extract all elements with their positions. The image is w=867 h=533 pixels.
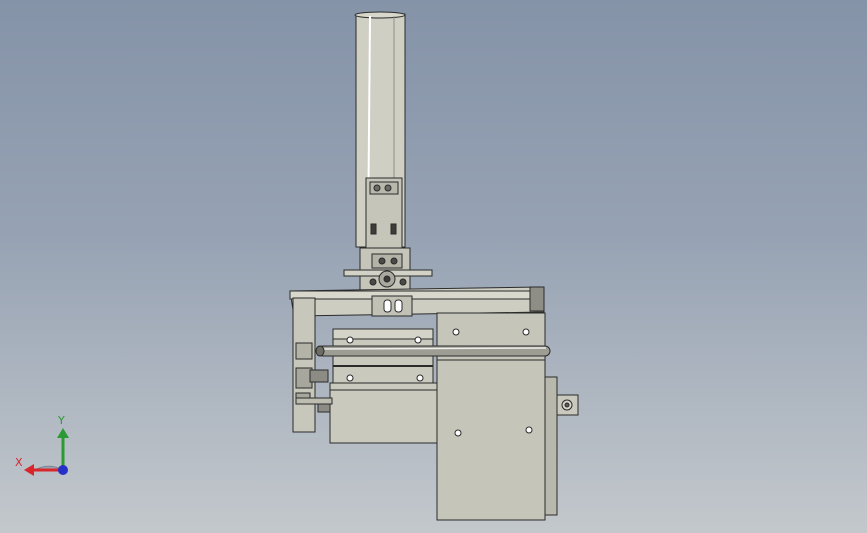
triad-x-axis-label: X — [15, 456, 23, 469]
motor-plate[interactable] — [436, 312, 546, 521]
triad-y-axis-label: Y — [58, 414, 65, 427]
shaft[interactable] — [315, 345, 551, 357]
assembly-model[interactable] — [0, 0, 867, 533]
screw-rod[interactable] — [295, 397, 333, 405]
orientation-triad — [24, 428, 69, 476]
lower-housing[interactable] — [329, 382, 441, 444]
connector-block[interactable] — [343, 247, 433, 291]
slide-carriage[interactable] — [365, 177, 403, 249]
left-bracket[interactable] — [292, 297, 333, 433]
cad-3d-viewport[interactable]: X Y — [0, 0, 867, 533]
top-frame[interactable] — [289, 286, 545, 317]
side-plate[interactable] — [544, 376, 579, 516]
